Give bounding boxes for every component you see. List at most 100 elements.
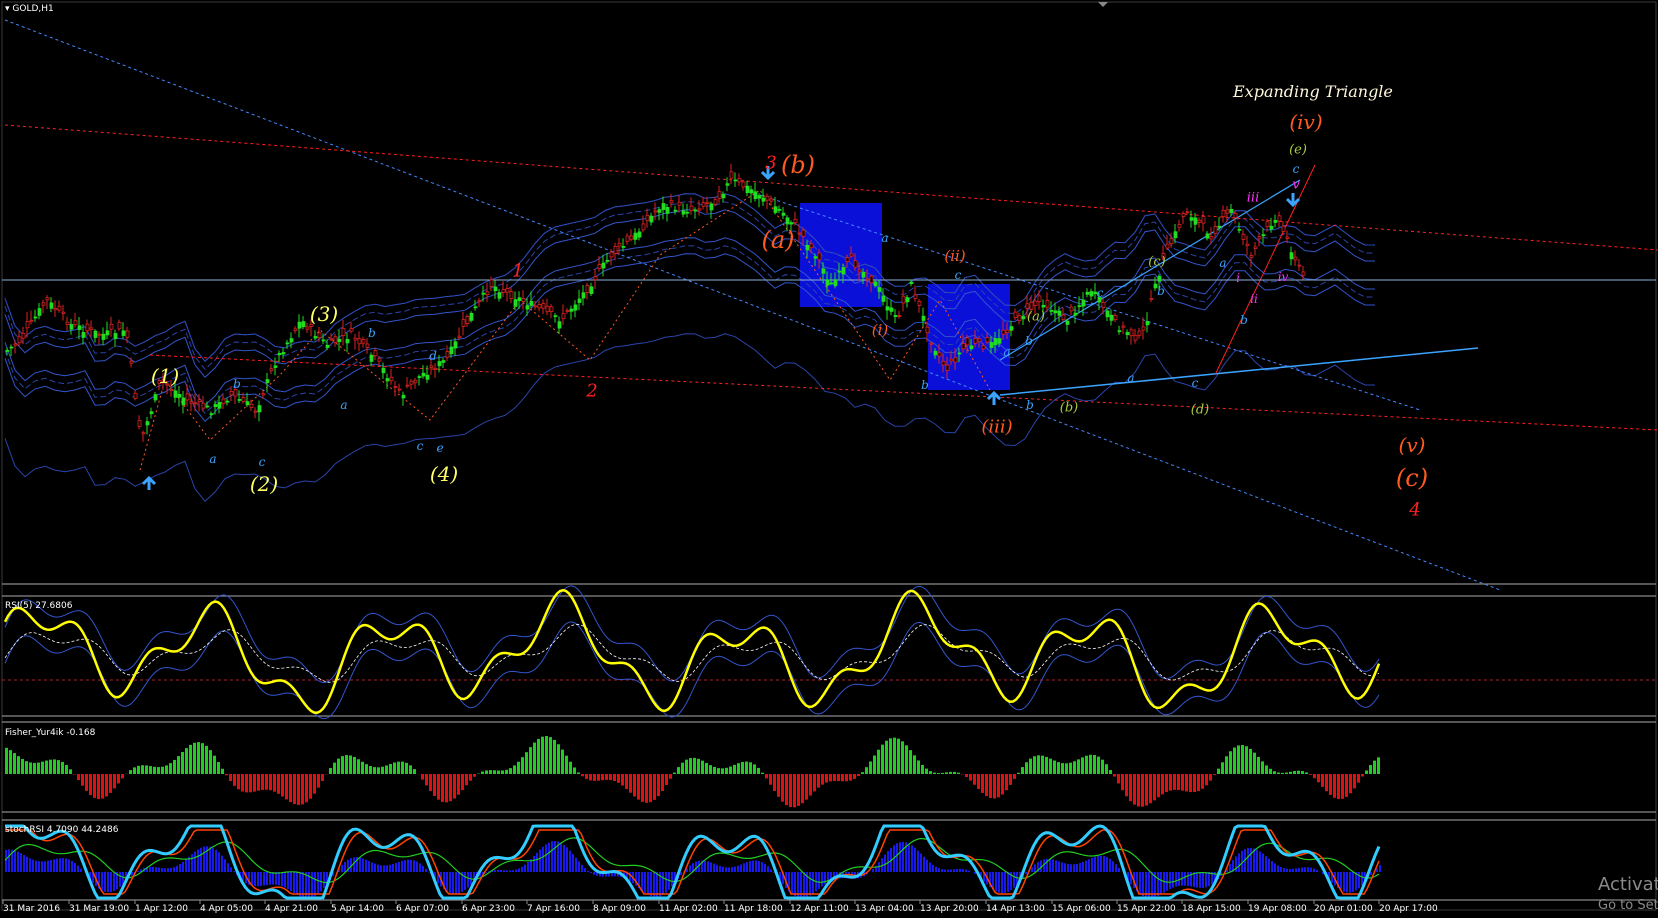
candle-body [321,339,326,342]
stochrsi-histogram-bar [1103,856,1105,872]
candle-body [813,256,818,259]
fisher-bar [609,774,612,781]
fisher-bar [165,765,168,774]
candle-body [289,338,294,343]
stochrsi-histogram-bar [563,844,565,872]
candle-body [301,321,306,328]
candle-body [1173,231,1178,239]
candle-body [437,361,442,367]
candle-body [385,378,390,382]
candle-body [369,354,374,362]
stochrsi-histogram-bar [812,872,814,894]
stochrsi-histogram-bar [446,872,448,892]
fisher-bar [1341,774,1344,799]
fisher-bar [1237,745,1240,774]
fisher-bar [769,774,772,785]
fisher-bar [329,767,332,774]
stochrsi-histogram-bar [422,865,424,872]
candle-body [749,189,754,194]
candle-body [1301,271,1306,276]
fisher-bar [37,762,40,774]
fisher-bar [169,763,172,774]
stochrsi-histogram-bar [671,872,673,887]
candle-body [1245,243,1250,246]
fisher-bar [673,772,676,774]
candle-body [1253,246,1258,249]
candle-body [405,384,410,387]
stochrsi-histogram-bar [263,872,265,886]
stochrsi-histogram-bar [929,862,931,872]
fisher-bar [333,762,336,774]
candle-body [113,333,118,340]
candle-body [901,295,906,304]
fisher-bar [121,774,124,779]
stochrsi-histogram-bar [1109,858,1111,872]
x-tick-label: 8 Apr 09:00 [593,904,646,914]
stochrsi-histogram-bar [59,858,61,872]
candle-body [1277,215,1282,222]
candle-body [965,337,970,346]
fisher-bar [481,771,484,774]
candle-body [841,267,846,275]
candle-body [1069,306,1074,312]
fisher-bar [985,774,988,797]
candle-body [197,399,202,403]
stochrsi-histogram-bar [791,872,793,895]
fisher-bar [1009,774,1012,785]
fisher-bar [709,765,712,774]
stochrsi-histogram-bar [938,868,940,872]
candle-body [825,279,830,286]
fisher-bar [685,759,688,774]
candle-body [661,203,666,210]
fisher-bar [321,774,324,781]
stochrsi-histogram-bar [197,849,199,872]
x-tick-label: 6 Apr 23:00 [462,904,515,914]
fisher-bar [933,772,936,774]
stochrsi-histogram-bar [824,872,826,885]
fisher-bar [509,768,512,774]
rsi-panel-label: RSI(5) 27.6806 [5,601,73,611]
fisher-bar [81,774,84,786]
stochrsi-histogram-bar [1034,864,1036,872]
candle-body [953,357,958,363]
candle-body [461,319,466,327]
stochrsi-histogram-bar [1064,863,1066,872]
stochrsi-histogram-bar [383,865,385,872]
wave-label: b [1240,313,1248,327]
candle-body [1081,299,1086,307]
fisher-bar [1117,774,1120,784]
fisher-bar [569,761,572,774]
fisher-bar [997,774,1000,798]
candle-body [1261,234,1266,237]
candle-body [293,328,298,331]
stochrsi-histogram-bar [413,860,415,872]
fisher-bar [1249,748,1252,774]
candle-body [809,243,814,249]
candle-body [741,181,746,188]
candle-body [561,313,566,320]
fisher-bar [393,762,396,774]
fisher-panel-label: Fisher_Yur4ik -0.168 [5,728,96,738]
candle-body [949,358,954,362]
stochrsi-histogram-bar [395,863,397,872]
wave-label: b [368,326,376,340]
candle-body [549,306,554,312]
fisher-bar [53,759,56,774]
fisher-bar [613,774,616,782]
stochrsi-histogram-bar [587,870,589,872]
candle-body [693,209,698,212]
stochrsi-histogram-bar [506,870,508,872]
candle-body [337,338,342,343]
candle-body [169,388,174,391]
stochrsi-histogram-bar [194,851,196,872]
fisher-bar [133,767,136,774]
stochrsi-histogram-bar [545,844,547,872]
fisher-bar [141,765,144,774]
stochrsi-histogram-bar [1076,863,1078,872]
candle-body [601,262,606,269]
stochrsi-histogram-bar [758,860,760,872]
stochrsi-histogram-bar [368,860,370,872]
chart-canvas[interactable] [0,0,1658,918]
candle-body [505,288,510,293]
fisher-bar [689,758,692,774]
